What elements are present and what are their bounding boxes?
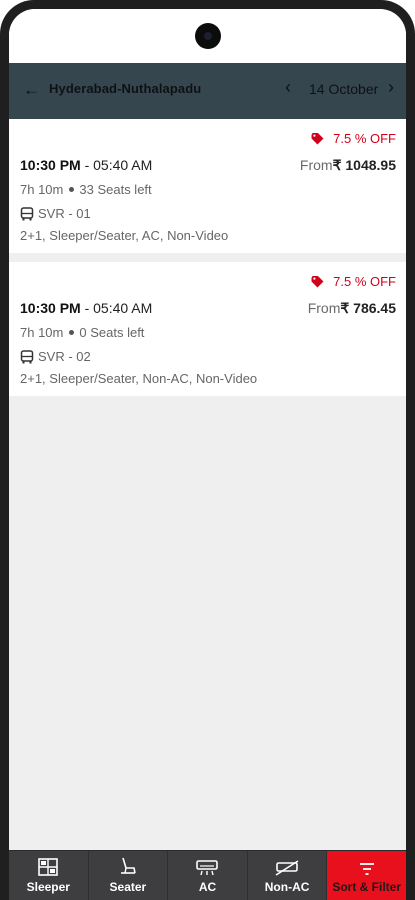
offer-badge: 7.5 % OFF bbox=[311, 274, 396, 289]
fare: From₹ 1048.95 bbox=[300, 157, 396, 174]
timing: 10:30 PM - 05:40 AM bbox=[20, 300, 152, 316]
trip-meta: 7h 10m 0 Seats left bbox=[20, 325, 144, 340]
bus-icon bbox=[20, 349, 34, 363]
tab-label: Sort & Filter bbox=[332, 880, 401, 894]
tab-non-ac[interactable]: Non-AC bbox=[248, 851, 328, 900]
operator: SVR - 02 bbox=[20, 349, 91, 364]
tab-label: Non-AC bbox=[264, 880, 310, 894]
departure-time: 10:30 PM bbox=[20, 300, 81, 316]
tab-seater[interactable]: Seater bbox=[89, 851, 169, 900]
bus-results-list: 7.5 % OFF 10:30 PM - 05:40 AM From₹ 1048… bbox=[9, 119, 406, 405]
operator: SVR - 01 bbox=[20, 206, 91, 221]
tab-label: Seater bbox=[109, 880, 147, 894]
trip-meta: 7h 10m 33 Seats left bbox=[20, 182, 152, 197]
tab-ac[interactable]: AC bbox=[168, 851, 248, 900]
fare: From₹ 786.45 bbox=[308, 300, 396, 317]
tab-sleeper[interactable]: Sleeper bbox=[9, 851, 89, 900]
seats-left: 33 Seats left bbox=[79, 182, 152, 197]
tab-label: AC bbox=[198, 880, 217, 894]
tab-label: Sleeper bbox=[26, 880, 70, 894]
back-arrow-icon[interactable]: ← bbox=[23, 78, 40, 102]
fare-amount: ₹ 786.45 bbox=[340, 300, 396, 316]
operator-name: SVR - 01 bbox=[38, 206, 91, 221]
arrival-time: - 05:40 AM bbox=[80, 300, 153, 316]
bus-icon bbox=[20, 206, 34, 220]
duration: 7h 10m bbox=[20, 325, 64, 340]
status-bar bbox=[9, 9, 406, 63]
bus-amenities: 2+1, Sleeper/Seater, AC, Non-Video bbox=[20, 228, 229, 243]
travel-date[interactable]: 14 October bbox=[309, 81, 378, 97]
app-header: ← Hyderabad-Nuthalapadu ‹ 14 October › bbox=[9, 63, 406, 119]
bus-amenities: 2+1, Sleeper/Seater, Non-AC, Non-Video bbox=[20, 371, 258, 386]
bus-result-card[interactable]: 7.5 % OFF 10:30 PM - 05:40 AM From₹ 786.… bbox=[9, 262, 406, 396]
separator-dot bbox=[69, 187, 75, 193]
bus-result-card[interactable]: 7.5 % OFF 10:30 PM - 05:40 AM From₹ 1048… bbox=[9, 119, 406, 253]
filter-bar: Sleeper Seater AC Non-AC Sort & Filter bbox=[9, 850, 406, 900]
timing: 10:30 PM - 05:40 AM bbox=[20, 157, 152, 173]
tab-sort-filter[interactable]: Sort & Filter bbox=[327, 851, 406, 900]
departure-time: 10:30 PM bbox=[20, 157, 81, 173]
fare-prefix: From bbox=[307, 300, 341, 316]
ac-icon bbox=[196, 860, 219, 876]
arrival-time: - 05:40 AM bbox=[80, 157, 153, 173]
price-tag-icon bbox=[311, 132, 324, 145]
operator-name: SVR - 02 bbox=[38, 349, 91, 364]
price-tag-icon bbox=[311, 275, 324, 288]
fare-amount: ₹ 1048.95 bbox=[332, 157, 396, 173]
separator-dot bbox=[69, 330, 75, 336]
filter-icon bbox=[359, 863, 374, 875]
offer-text: 7.5 % OFF bbox=[333, 274, 396, 289]
screen: ← Hyderabad-Nuthalapadu ‹ 14 October › 7… bbox=[9, 9, 406, 900]
route-title: Hyderabad-Nuthalapadu bbox=[49, 81, 202, 96]
non-ac-icon bbox=[275, 860, 299, 876]
seater-icon bbox=[120, 857, 136, 874]
fare-prefix: From bbox=[299, 157, 333, 173]
device-frame: ← Hyderabad-Nuthalapadu ‹ 14 October › 7… bbox=[0, 0, 415, 900]
camera-cutout bbox=[194, 23, 221, 49]
offer-text: 7.5 % OFF bbox=[333, 131, 396, 146]
previous-date-icon[interactable]: ‹ bbox=[285, 77, 291, 98]
offer-badge: 7.5 % OFF bbox=[311, 131, 396, 146]
sleeper-icon bbox=[38, 858, 59, 876]
duration: 7h 10m bbox=[20, 182, 64, 197]
seats-left: 0 Seats left bbox=[79, 325, 145, 340]
next-date-icon[interactable]: › bbox=[388, 77, 394, 98]
